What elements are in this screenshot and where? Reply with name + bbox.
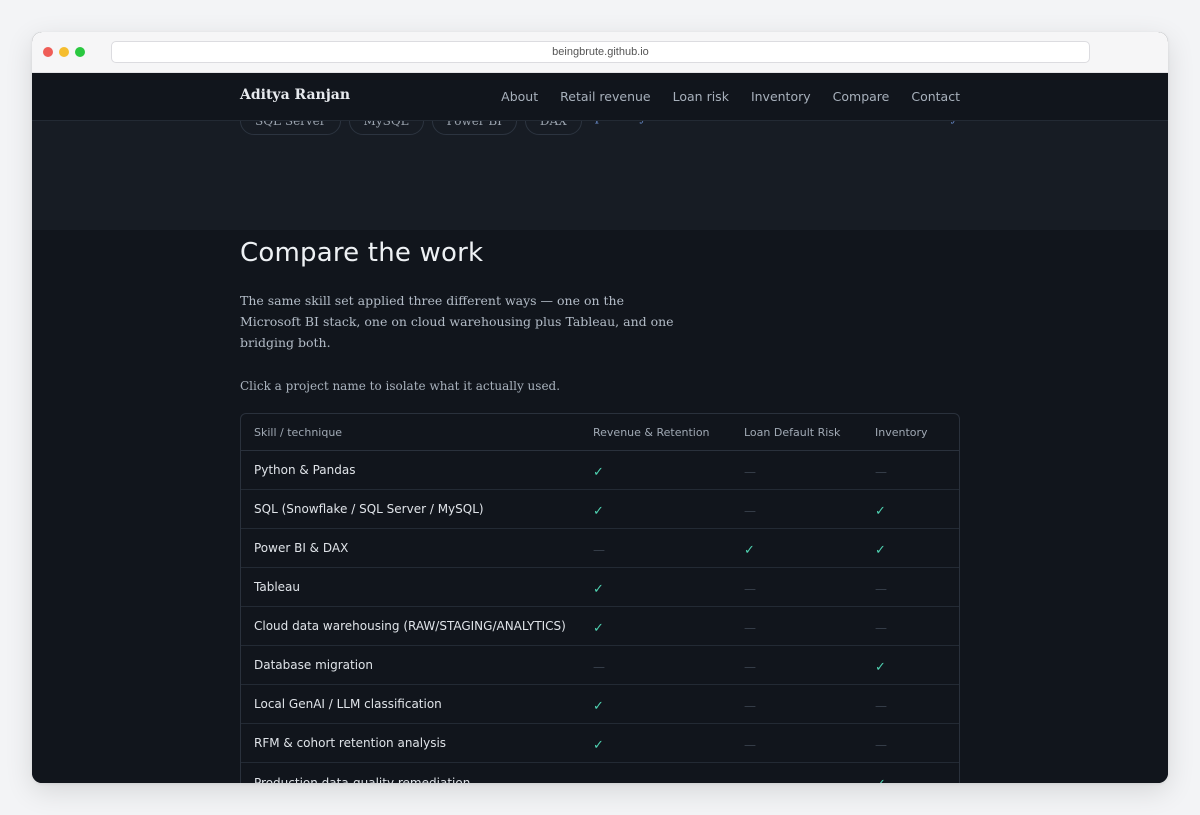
usage-cell: — bbox=[593, 656, 744, 675]
nav-links: About Retail revenue Loan risk Inventory… bbox=[501, 89, 960, 104]
usage-cell: — bbox=[744, 500, 875, 519]
minimize-window-button[interactable] bbox=[59, 47, 69, 57]
usage-cell: ✓ bbox=[593, 617, 744, 636]
dash-icon: — bbox=[593, 659, 605, 674]
usage-cell: ✓ bbox=[593, 461, 744, 480]
check-icon: ✓ bbox=[593, 620, 604, 636]
dash-icon: — bbox=[744, 698, 756, 713]
dash-icon: — bbox=[875, 620, 887, 635]
nav-link-about[interactable]: About bbox=[501, 89, 538, 104]
page-viewport: SQL Server MySQL Power BI DAX View repos… bbox=[32, 73, 1168, 783]
compare-hint: Click a project name to isolate what it … bbox=[240, 379, 561, 393]
check-icon: ✓ bbox=[593, 503, 604, 519]
usage-cell: ✓ bbox=[593, 578, 744, 597]
check-icon: ✓ bbox=[593, 581, 604, 597]
usage-cell: — bbox=[593, 773, 744, 783]
usage-cell: — bbox=[593, 539, 744, 558]
usage-cell: ✓ bbox=[744, 539, 875, 558]
compare-section: Compare the work The same skill set appl… bbox=[240, 230, 960, 783]
table-row: Power BI & DAX — ✓ ✓ bbox=[241, 529, 959, 568]
header-project-inventory[interactable]: Inventory bbox=[875, 426, 959, 439]
table-header-row: Skill / technique Revenue & Retention Lo… bbox=[241, 414, 959, 451]
usage-cell: ✓ bbox=[593, 500, 744, 519]
header-project-revenue-retention[interactable]: Revenue & Retention bbox=[593, 426, 744, 439]
dash-icon: — bbox=[744, 737, 756, 752]
usage-cell: ✓ bbox=[593, 734, 744, 753]
browser-chrome: beingbrute.github.io bbox=[32, 32, 1168, 73]
top-navbar: Aditya Ranjan About Retail revenue Loan … bbox=[32, 73, 1168, 121]
header-project-loan-default-risk[interactable]: Loan Default Risk bbox=[744, 426, 875, 439]
check-icon: ✓ bbox=[593, 698, 604, 714]
table-row: Python & Pandas ✓ — — bbox=[241, 451, 959, 490]
dash-icon: — bbox=[875, 581, 887, 596]
check-icon: ✓ bbox=[875, 777, 886, 783]
usage-cell: — bbox=[744, 617, 875, 636]
usage-cell: — bbox=[744, 695, 875, 714]
table-row: Tableau ✓ — — bbox=[241, 568, 959, 607]
maximize-window-button[interactable] bbox=[75, 47, 85, 57]
skill-cell: SQL (Snowflake / SQL Server / MySQL) bbox=[254, 502, 484, 516]
skill-cell: RFM & cohort retention analysis bbox=[254, 736, 447, 750]
usage-cell: ✓ bbox=[875, 656, 959, 675]
dash-icon: — bbox=[593, 542, 605, 557]
check-icon: ✓ bbox=[744, 542, 755, 558]
address-bar[interactable]: beingbrute.github.io bbox=[111, 41, 1090, 63]
header-skill: Skill / technique bbox=[254, 425, 343, 439]
dash-icon: — bbox=[875, 464, 887, 479]
usage-cell: — bbox=[875, 617, 959, 636]
dash-icon: — bbox=[593, 777, 605, 783]
usage-cell: — bbox=[744, 461, 875, 480]
dash-icon: — bbox=[744, 503, 756, 518]
table-body: Python & Pandas ✓ — — SQL (Snowflake / SQL S… bbox=[241, 451, 959, 783]
skill-cell: Local GenAI / LLM classification bbox=[254, 697, 442, 711]
dash-icon: — bbox=[744, 777, 756, 783]
nav-link-retail-revenue[interactable]: Retail revenue bbox=[560, 89, 650, 104]
usage-cell: ✓ bbox=[593, 695, 744, 714]
table-row: RFM & cohort retention analysis ✓ — — bbox=[241, 724, 959, 763]
site-brand[interactable]: Aditya Ranjan bbox=[240, 87, 350, 103]
table-row: SQL (Snowflake / SQL Server / MySQL) ✓ — ✓ bbox=[241, 490, 959, 529]
table-row: Database migration — — ✓ bbox=[241, 646, 959, 685]
usage-cell: — bbox=[744, 656, 875, 675]
skill-cell: Python & Pandas bbox=[254, 463, 356, 477]
check-icon: ✓ bbox=[875, 503, 886, 519]
section-description: The same skill set applied three differe… bbox=[240, 293, 674, 350]
dash-icon: — bbox=[875, 698, 887, 713]
nav-link-compare[interactable]: Compare bbox=[833, 89, 890, 104]
check-icon: ✓ bbox=[875, 659, 886, 675]
check-icon: ✓ bbox=[593, 737, 604, 753]
skills-comparison-table: Skill / technique Revenue & Retention Lo… bbox=[240, 413, 960, 783]
usage-cell: — bbox=[744, 773, 875, 783]
dash-icon: — bbox=[744, 659, 756, 674]
dash-icon: — bbox=[744, 581, 756, 596]
nav-link-inventory[interactable]: Inventory bbox=[751, 89, 811, 104]
usage-cell: ✓ bbox=[875, 539, 959, 558]
check-icon: ✓ bbox=[875, 542, 886, 558]
table-row: Cloud data warehousing (RAW/STAGING/ANAL… bbox=[241, 607, 959, 646]
usage-cell: — bbox=[875, 695, 959, 714]
usage-cell: — bbox=[744, 734, 875, 753]
usage-cell: — bbox=[744, 578, 875, 597]
table-row: Production data-quality remediation — — ✓ bbox=[241, 763, 959, 784]
usage-cell: ✓ bbox=[875, 773, 959, 783]
skill-cell: Tableau bbox=[254, 580, 300, 594]
usage-cell: ✓ bbox=[875, 500, 959, 519]
section-title: Compare the work bbox=[240, 238, 484, 268]
skill-cell: Cloud data warehousing (RAW/STAGING/ANAL… bbox=[254, 619, 566, 633]
usage-cell: — bbox=[875, 578, 959, 597]
usage-cell: — bbox=[875, 461, 959, 480]
check-icon: ✓ bbox=[593, 464, 604, 480]
close-window-button[interactable] bbox=[43, 47, 53, 57]
browser-window: beingbrute.github.io SQL Server MySQL Po… bbox=[32, 32, 1168, 783]
usage-cell: — bbox=[875, 734, 959, 753]
nav-link-loan-risk[interactable]: Loan risk bbox=[673, 89, 729, 104]
skill-cell: Power BI & DAX bbox=[254, 541, 349, 555]
dash-icon: — bbox=[744, 464, 756, 479]
nav-link-contact[interactable]: Contact bbox=[911, 89, 960, 104]
skill-cell: Database migration bbox=[254, 658, 373, 672]
skill-cell: Production data-quality remediation bbox=[254, 775, 471, 784]
dash-icon: — bbox=[875, 737, 887, 752]
dash-icon: — bbox=[744, 620, 756, 635]
table-row: Local GenAI / LLM classification ✓ — — bbox=[241, 685, 959, 724]
